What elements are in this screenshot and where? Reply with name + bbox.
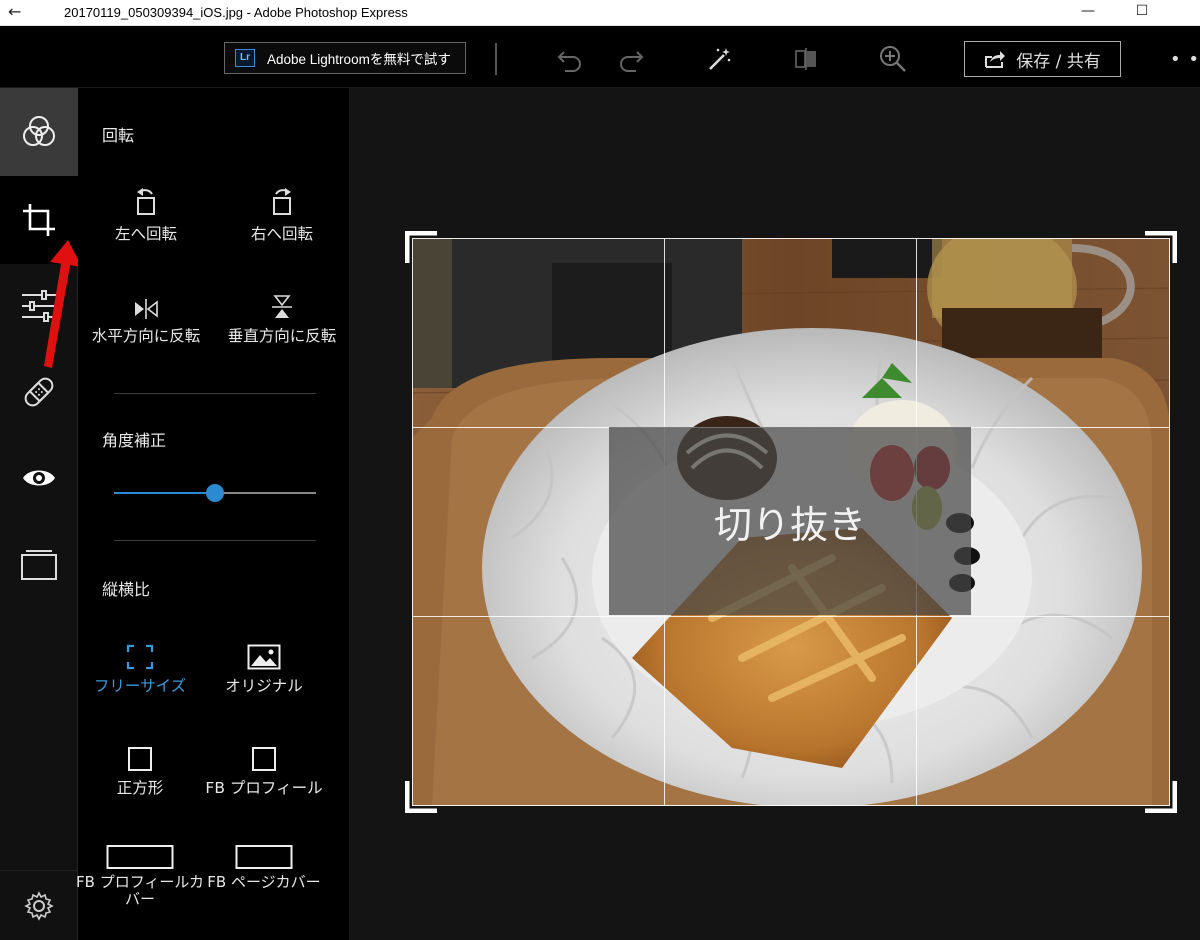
crop-handle-top-left[interactable] (405, 231, 439, 265)
back-arrow-icon[interactable]: ← (8, 2, 21, 22)
rotate-left-button[interactable]: 左へ回転 (78, 184, 214, 244)
crop-handle-top-right[interactable] (1143, 231, 1177, 265)
save-share-button[interactable]: 保存 / 共有 (964, 41, 1121, 77)
crop-handle-bottom-left[interactable] (405, 779, 439, 813)
title-bar: ← 20170119_050309394_iOS.jpg - Adobe Pho… (0, 0, 1200, 26)
aspect-ratio-section-title: 縦横比 (102, 580, 151, 599)
aspect-fb-page-cover-button[interactable]: FB ページカバー (196, 840, 332, 891)
window-title: 20170119_050309394_iOS.jpg - Adobe Photo… (64, 5, 408, 20)
share-arrow-icon (985, 51, 1006, 68)
square-icon (128, 747, 152, 771)
aspect-original-label: オリジナル (225, 677, 303, 695)
crop-icon (23, 204, 55, 236)
rail-settings[interactable] (0, 870, 78, 940)
rotate-right-button[interactable]: 右へ回転 (214, 184, 350, 244)
rotate-left-icon (137, 188, 155, 215)
aspect-free-label: フリーサイズ (93, 677, 187, 695)
straighten-slider-fill (114, 492, 215, 494)
rotate-section-title: 回転 (102, 126, 135, 145)
crop-handle-bottom-right[interactable] (1143, 779, 1177, 813)
aspect-square-label: 正方形 (116, 779, 164, 797)
flip-vertical-icon (272, 295, 292, 318)
tool-rail (0, 88, 78, 940)
looks-circles-icon (23, 116, 55, 146)
aspect-free-button[interactable]: フリーサイズ (72, 636, 208, 696)
image-icon (247, 644, 281, 670)
crop-overlay-label: 切り抜き (609, 427, 971, 615)
aspect-fb-profile-label: FB プロフィール (205, 779, 323, 797)
fb-profile-square-icon (252, 747, 276, 771)
free-size-icon (126, 644, 154, 670)
frames-icon (21, 550, 57, 580)
rail-borders[interactable] (0, 520, 78, 608)
lightroom-trial-button[interactable]: Lr Adobe Lightroomを無料で試す (224, 42, 466, 74)
toolbar-separator (495, 43, 497, 75)
rail-red-eye[interactable] (0, 434, 78, 522)
minimize-button[interactable]: — (1068, 0, 1108, 24)
aspect-original-button[interactable]: オリジナル (196, 636, 332, 696)
save-share-label: 保存 / 共有 (1016, 51, 1101, 72)
redo-icon[interactable] (616, 44, 646, 74)
aspect-fb-cover-button[interactable]: FB プロフィールカ バー (72, 840, 208, 908)
aspect-fb-cover-label-line1: FB プロフィールカ (76, 873, 204, 891)
rotate-right-icon (273, 188, 291, 215)
crop-options-panel: 回転 左へ回転 右へ回転 水平方向に反転 垂直方向に反転 角度補正 縦横比 フリ… (76, 88, 350, 940)
rotate-right-label: 右へ回転 (250, 225, 313, 243)
auto-fix-wand-icon[interactable] (704, 44, 734, 74)
flip-horizontal-label: 水平方向に反転 (91, 327, 201, 345)
straighten-slider-thumb[interactable] (206, 484, 224, 502)
eye-icon (23, 470, 55, 486)
top-toolbar: Lr Adobe Lightroomを無料で試す 保存 / 共有 • • (0, 27, 1200, 88)
image-canvas: 切り抜き (350, 88, 1200, 940)
compare-before-after-icon[interactable] (791, 44, 821, 74)
panel-divider (114, 540, 316, 541)
fb-page-cover-rect-icon (235, 845, 293, 869)
zoom-in-icon[interactable] (878, 44, 908, 74)
photo-preview[interactable]: 切り抜き (412, 238, 1170, 806)
undo-icon[interactable] (555, 44, 585, 74)
straighten-slider[interactable] (114, 483, 316, 503)
lightroom-trial-label: Adobe Lightroomを無料で試す (267, 52, 451, 67)
aspect-fb-profile-button[interactable]: FB プロフィール (196, 738, 332, 798)
flip-vertical-label: 垂直方向に反転 (227, 327, 337, 345)
flip-horizontal-icon (135, 299, 158, 319)
rotate-left-label: 左へ回転 (114, 225, 177, 243)
lightroom-logo-icon: Lr (235, 49, 255, 67)
aspect-square-button[interactable]: 正方形 (72, 738, 208, 798)
straighten-section-title: 角度補正 (102, 431, 167, 450)
more-options-icon[interactable]: • • (1170, 49, 1200, 70)
bandage-icon (24, 377, 54, 407)
flip-horizontal-button[interactable]: 水平方向に反転 (78, 286, 214, 346)
aspect-fb-cover-label-line2: バー (124, 890, 155, 908)
straighten-slider-track (215, 492, 316, 494)
fb-cover-rect-icon (106, 845, 174, 869)
rail-looks-filters[interactable] (0, 88, 78, 176)
flip-vertical-button[interactable]: 垂直方向に反転 (214, 286, 350, 346)
maximize-button[interactable]: ☐ (1122, 0, 1162, 24)
gear-icon (24, 890, 54, 921)
panel-divider (114, 393, 316, 394)
aspect-fb-page-cover-label: FB ページカバー (207, 873, 321, 891)
